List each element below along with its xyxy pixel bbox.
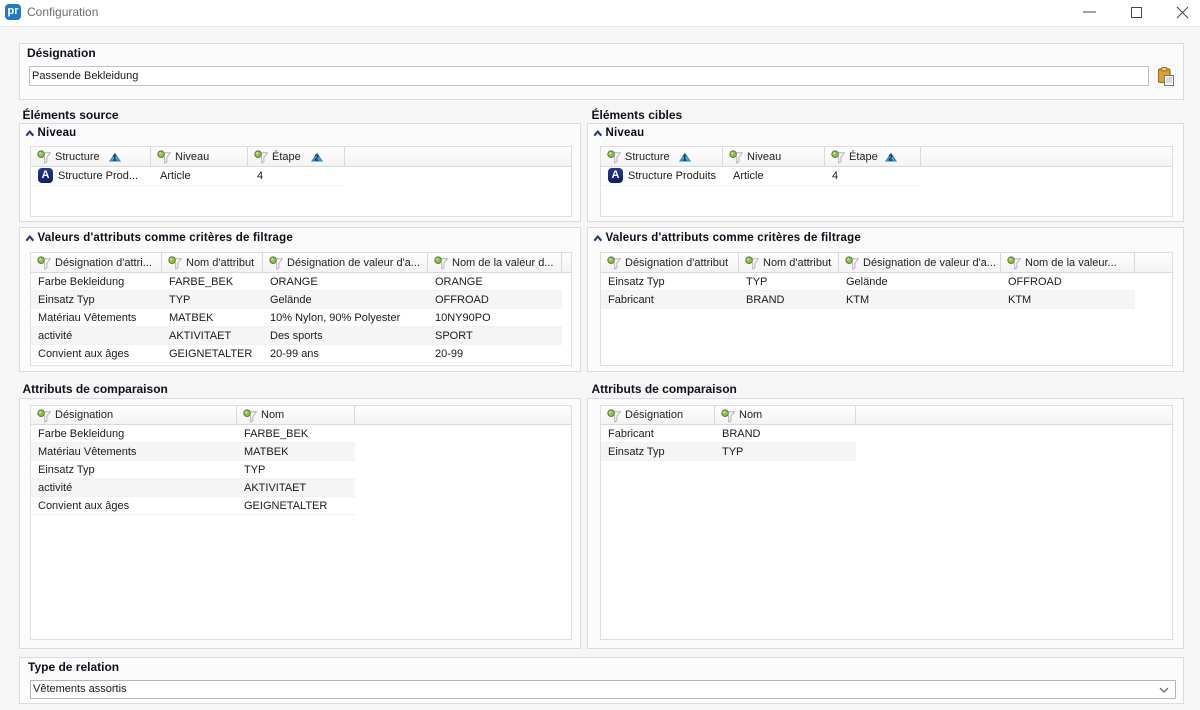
- svg-text:2: 2: [314, 153, 319, 162]
- svg-text:2: 2: [888, 153, 893, 162]
- svg-text:1: 1: [682, 153, 687, 162]
- svg-text:1: 1: [112, 153, 117, 162]
